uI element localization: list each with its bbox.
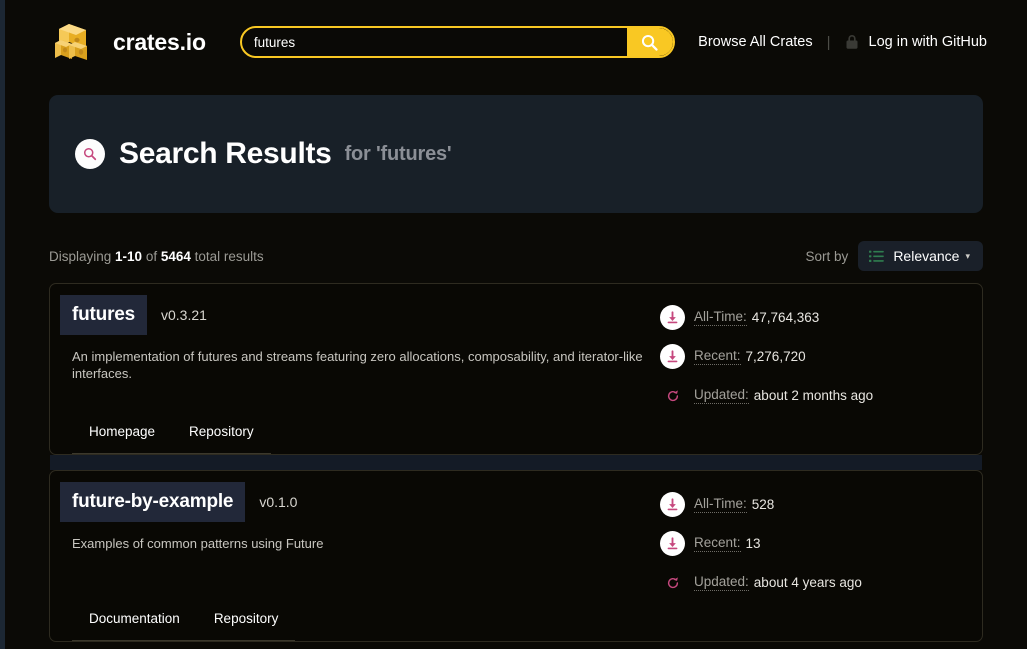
- stat-value-recent: 13: [745, 536, 761, 551]
- download-icon: [667, 350, 678, 363]
- result-stats: All-Time: 528 Recent: 13 Updated: about …: [660, 489, 960, 641]
- stat-label-all-time: All-Time:: [694, 496, 747, 513]
- refresh-icon: [667, 389, 678, 401]
- sort-by-label: Sort by: [805, 248, 849, 264]
- stat-all-time: All-Time: 528: [660, 492, 960, 517]
- stat-value-all-time: 47,764,363: [751, 310, 820, 325]
- nav-divider: |: [826, 33, 831, 51]
- sort-selected-value: Relevance: [893, 248, 960, 264]
- refresh-icon: [660, 570, 685, 595]
- site-header: crates.io Browse All Crates | Log in wit…: [5, 0, 1027, 84]
- site-logo-text: crates.io: [113, 28, 206, 55]
- results-count-text: Displaying 1-10 of 5464 total results: [49, 249, 264, 264]
- refresh-icon: [667, 576, 678, 588]
- results-suffix: total results: [190, 248, 264, 264]
- download-icon: [667, 498, 678, 511]
- stat-label-recent: Recent:: [694, 348, 741, 365]
- stat-updated: Updated: about 4 years ago: [660, 570, 960, 595]
- page-title: Search Results: [119, 137, 332, 170]
- stat-value-updated: about 4 years ago: [753, 575, 862, 590]
- list-icon: [869, 250, 885, 262]
- search-icon: [642, 34, 658, 51]
- crate-heading: futures v0.3.21: [60, 295, 644, 335]
- download-icon: [660, 531, 685, 556]
- crate-link-documentation[interactable]: Documentation: [72, 611, 197, 641]
- stat-updated: Updated: about 2 months ago: [660, 383, 960, 408]
- page-root: crates.io Browse All Crates | Log in wit…: [5, 0, 1027, 649]
- download-icon: [667, 311, 678, 324]
- header-nav: Browse All Crates | Log in with GitHub: [698, 34, 987, 51]
- search-form: [239, 26, 675, 58]
- search-icon: [83, 147, 97, 161]
- result-card[interactable]: future-by-example v0.1.0 Examples of com…: [49, 470, 983, 642]
- page-title-query: for 'futures': [344, 142, 452, 165]
- results-total: 5464: [160, 248, 191, 264]
- login-with-github-link[interactable]: Log in with GitHub: [869, 34, 987, 50]
- hero-search-icon: [75, 139, 105, 169]
- stat-label-all-time: All-Time:: [694, 309, 747, 326]
- crate-links: Homepage Repository: [72, 410, 644, 454]
- stat-label-recent: Recent:: [694, 535, 741, 552]
- sort-area: Sort by Relevance ▾: [806, 241, 983, 271]
- site-logo-link[interactable]: crates.io: [51, 18, 206, 66]
- results-of: of: [142, 248, 161, 264]
- result-main: future-by-example v0.1.0 Examples of com…: [60, 482, 660, 641]
- crate-links: Documentation Repository: [72, 597, 644, 641]
- crate-heading: future-by-example v0.1.0: [60, 482, 644, 522]
- crate-link-repository[interactable]: Repository: [172, 424, 271, 454]
- crate-version: v0.3.21: [161, 307, 207, 323]
- search-results-hero: Search Results for 'futures': [49, 95, 983, 213]
- results-divider: [50, 455, 982, 470]
- stat-all-time: All-Time: 47,764,363: [660, 305, 960, 330]
- displaying-prefix: Displaying: [49, 248, 116, 264]
- crate-name-link[interactable]: futures: [60, 295, 147, 335]
- search-results-list: futures v0.3.21 An implementation of fut…: [49, 283, 983, 642]
- crates-stack-logo-icon: [55, 24, 87, 60]
- browse-all-crates-link[interactable]: Browse All Crates: [698, 34, 812, 50]
- result-card[interactable]: futures v0.3.21 An implementation of fut…: [49, 283, 983, 455]
- result-stats: All-Time: 47,764,363 Recent: 7,276,720 U…: [660, 302, 960, 454]
- stat-value-all-time: 528: [751, 497, 775, 512]
- crate-description: Examples of common patterns using Future: [72, 536, 324, 551]
- login-group: Log in with GitHub: [845, 34, 987, 50]
- result-main: futures v0.3.21 An implementation of fut…: [60, 295, 660, 454]
- results-range: 1-10: [115, 248, 143, 264]
- download-icon: [660, 492, 685, 517]
- crate-description: An implementation of futures and streams…: [72, 349, 643, 382]
- stat-label-updated: Updated:: [694, 387, 749, 404]
- search-input[interactable]: [241, 28, 627, 56]
- download-icon: [660, 305, 685, 330]
- refresh-icon: [660, 383, 685, 408]
- sort-dropdown[interactable]: Relevance ▾: [858, 241, 983, 271]
- stat-recent: Recent: 7,276,720: [660, 344, 960, 369]
- lock-icon: [846, 35, 858, 49]
- results-meta-bar: Displaying 1-10 of 5464 total results So…: [49, 239, 983, 273]
- download-icon: [667, 537, 678, 550]
- window-edge-strip: [0, 0, 5, 649]
- stat-recent: Recent: 13: [660, 531, 960, 556]
- stat-label-updated: Updated:: [694, 574, 749, 591]
- stat-value-updated: about 2 months ago: [753, 388, 874, 403]
- crate-name-link[interactable]: future-by-example: [60, 482, 246, 522]
- search-submit-button[interactable]: [626, 28, 673, 56]
- chevron-down-icon: ▾: [965, 250, 970, 261]
- crate-link-homepage[interactable]: Homepage: [72, 424, 173, 454]
- crate-version: v0.1.0: [259, 494, 298, 510]
- stat-value-recent: 7,276,720: [745, 349, 806, 364]
- download-icon: [660, 344, 685, 369]
- crate-link-repository[interactable]: Repository: [196, 611, 296, 641]
